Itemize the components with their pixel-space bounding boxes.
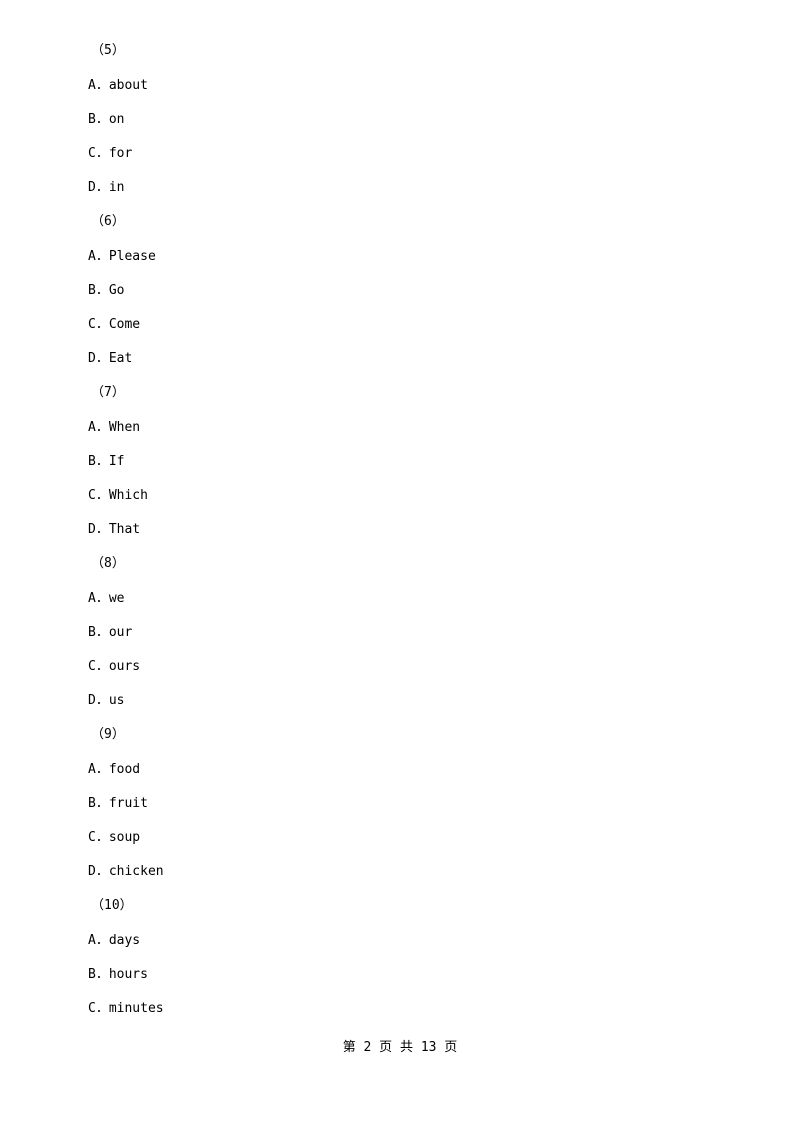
option-item: C．Come bbox=[88, 317, 141, 332]
question-number: （5） bbox=[91, 43, 125, 58]
option-item: A．days bbox=[88, 933, 141, 948]
option-item: B．If bbox=[88, 454, 125, 469]
option-item: B．fruit bbox=[88, 796, 148, 811]
option-item: C．minutes bbox=[88, 1001, 164, 1016]
option-item: A．Please bbox=[88, 249, 156, 264]
question-number: （6） bbox=[91, 214, 125, 229]
option-item: C．soup bbox=[88, 830, 141, 845]
document-page: （5） A．about B．on C．for D．in （6） A．Please… bbox=[0, 0, 800, 1132]
question-number: （10） bbox=[91, 898, 133, 913]
question-block: （5） A．about B．on C．for D．in bbox=[88, 44, 728, 194]
option-item: C．Which bbox=[88, 488, 148, 503]
option-item: D．Eat bbox=[88, 351, 133, 366]
option-item: D．That bbox=[88, 522, 141, 537]
option-item: A．we bbox=[88, 591, 125, 606]
question-block: （10） A．days B．hours C．minutes bbox=[88, 899, 728, 1015]
option-item: D．us bbox=[88, 693, 125, 708]
option-item: A．food bbox=[88, 762, 141, 777]
question-block: （9） A．food B．fruit C．soup D．chicken bbox=[88, 728, 728, 878]
page-footer: 第 2 页 共 13 页 bbox=[342, 1040, 458, 1055]
option-item: A．When bbox=[88, 420, 141, 435]
option-item: B．our bbox=[88, 625, 133, 640]
option-item: D．in bbox=[88, 180, 125, 195]
question-block: （8） A．we B．our C．ours D．us bbox=[88, 557, 728, 707]
question-block: （6） A．Please B．Go C．Come D．Eat bbox=[88, 215, 728, 365]
question-list: （5） A．about B．on C．for D．in （6） A．Please… bbox=[88, 44, 728, 1036]
option-item: A．about bbox=[88, 78, 148, 93]
option-item: B．on bbox=[88, 112, 125, 127]
question-number: （8） bbox=[91, 556, 125, 571]
question-block: （7） A．When B．If C．Which D．That bbox=[88, 386, 728, 536]
option-item: C．ours bbox=[88, 659, 141, 674]
question-number: （7） bbox=[91, 385, 125, 400]
option-item: B．hours bbox=[88, 967, 148, 982]
option-item: C．for bbox=[88, 146, 133, 161]
option-item: B．Go bbox=[88, 283, 125, 298]
question-number: （9） bbox=[91, 727, 125, 742]
option-item: D．chicken bbox=[88, 864, 164, 879]
